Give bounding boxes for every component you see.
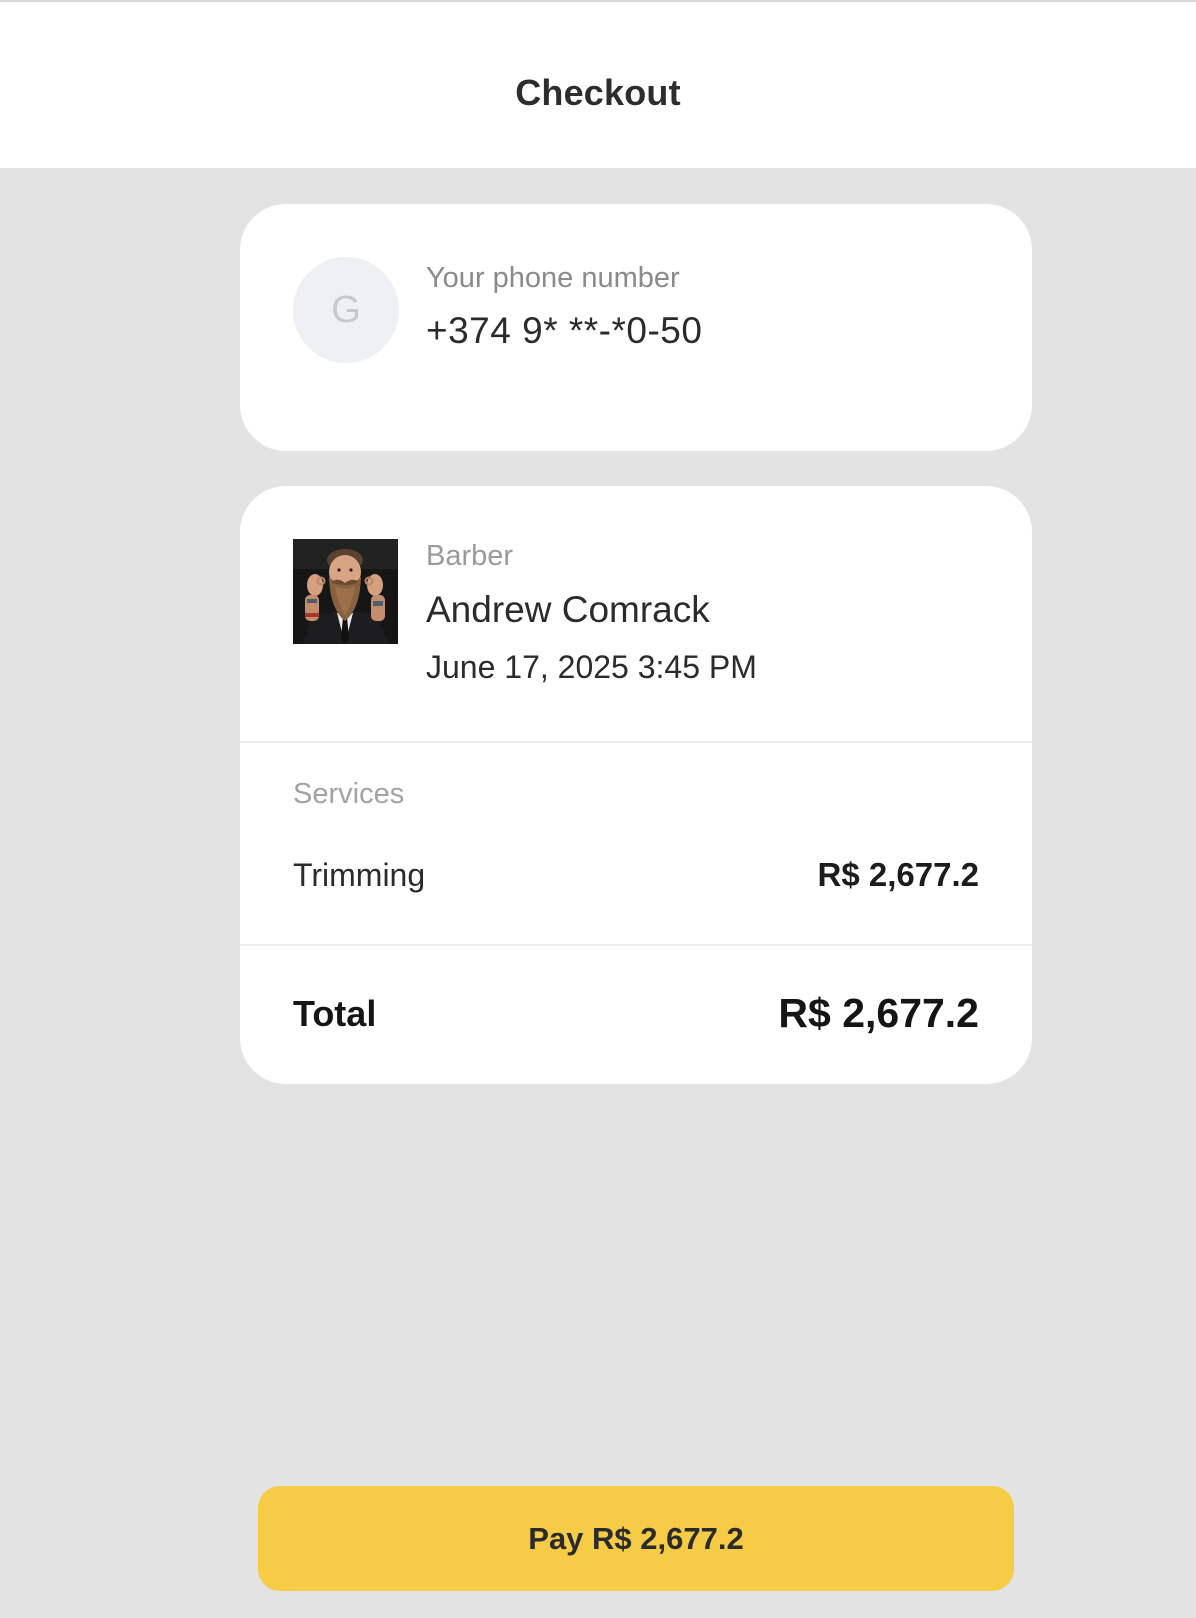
- appointment-datetime: June 17, 2025 3:45 PM: [426, 649, 757, 685]
- divider: [240, 741, 1032, 743]
- phone-label: Your phone number: [426, 262, 680, 294]
- barber-photo: [293, 539, 398, 644]
- service-price: R$ 2,677.2: [817, 856, 979, 893]
- header-bar: Checkout: [0, 0, 1196, 168]
- service-name: Trimming: [293, 856, 426, 893]
- barber-role-label: Barber: [426, 540, 514, 572]
- barber-name: Andrew Comrack: [426, 589, 710, 630]
- services-label: Services: [293, 778, 405, 810]
- total-amount: R$ 2,677.2: [778, 990, 979, 1036]
- pay-button[interactable]: Pay R$ 2,677.2: [258, 1486, 1014, 1591]
- divider: [240, 944, 1032, 946]
- page-title: Checkout: [515, 72, 681, 113]
- total-label: Total: [293, 992, 377, 1034]
- phone-card: G Your phone number +374 9* **-*0-50: [240, 204, 1032, 451]
- phone-number: +374 9* **-*0-50: [426, 310, 703, 351]
- service-item: Trimming R$ 2,677.2: [293, 856, 979, 894]
- user-avatar: G: [293, 257, 399, 363]
- order-summary-card: Barber Andrew Comrack June 17, 2025 3:45…: [240, 486, 1032, 1084]
- total-row: Total R$ 2,677.2: [293, 990, 979, 1037]
